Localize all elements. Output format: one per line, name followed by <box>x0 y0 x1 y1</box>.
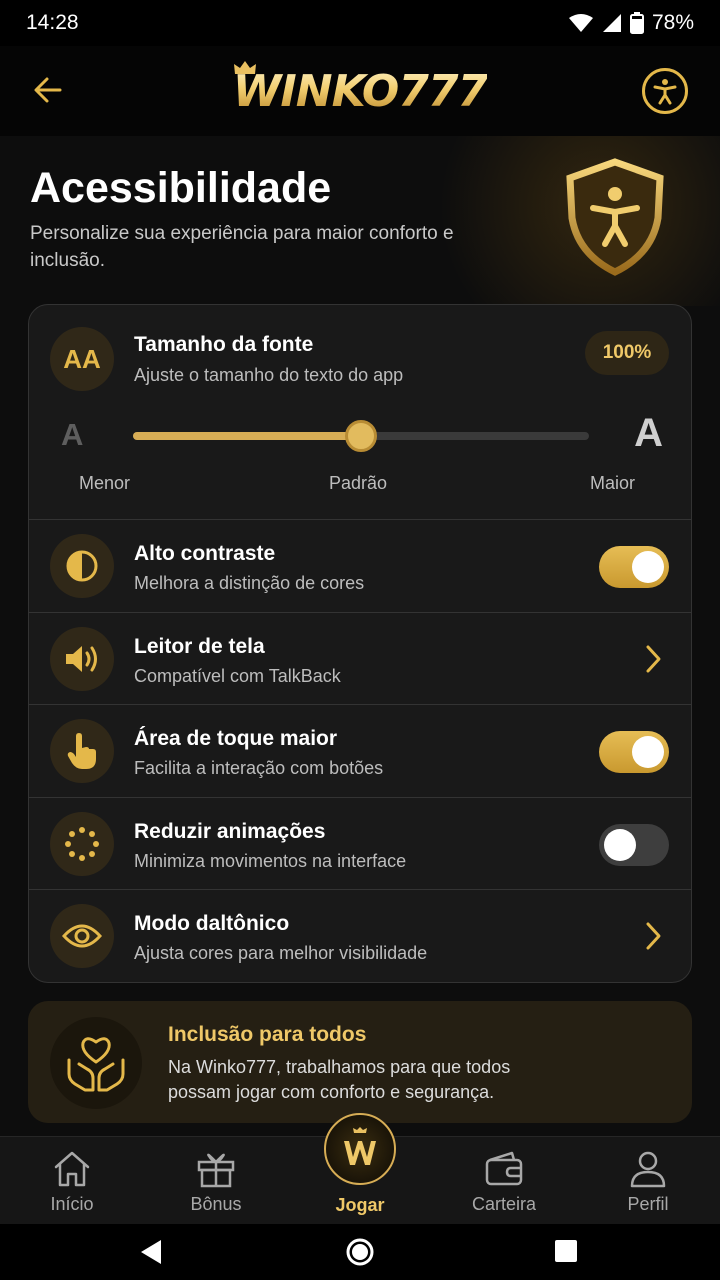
gift-icon <box>197 1153 235 1188</box>
reduce-animations-toggle[interactable] <box>599 823 669 866</box>
nav-item-wallet[interactable]: Carteira <box>444 1137 564 1225</box>
nav-item-profile[interactable]: Perfil <box>588 1137 708 1225</box>
slider-fill <box>133 432 361 440</box>
font-size-description: Ajuste o tamanho do texto do app <box>134 365 404 385</box>
nav-label-bonus: Bônus <box>190 1194 242 1214</box>
touch-hand-icon <box>50 719 114 783</box>
shield-accessibility-icon <box>566 158 664 276</box>
setting-title: Alto contraste <box>134 542 276 565</box>
dotted-circle-icon <box>50 811 114 876</box>
hero-section: Acessibilidade Personalize sua experiênc… <box>0 136 720 306</box>
setting-title: Modo daltônico <box>134 912 290 935</box>
nav-item-home[interactable]: Início <box>12 1137 132 1225</box>
nav-label-play: Jogar <box>335 1195 385 1215</box>
inclusion-title: Inclusão para todos <box>168 1023 367 1046</box>
wallet-icon <box>485 1151 523 1186</box>
font-size-slider[interactable] <box>133 420 589 452</box>
chevron-right-icon <box>646 922 661 950</box>
setting-row-reduce-animations[interactable]: Reduzir animações Minimiza movimentos na… <box>29 798 691 890</box>
cellular-signal-icon <box>602 14 621 32</box>
accessibility-button[interactable] <box>642 68 688 114</box>
system-navigation-bar <box>0 1224 720 1280</box>
nav-item-bonus[interactable]: Bônus <box>156 1137 276 1225</box>
font-size-icon: AA <box>50 327 114 391</box>
battery-percentage: 78% <box>651 11 694 34</box>
nav-label-home: Início <box>50 1194 94 1214</box>
contrast-icon <box>50 534 114 598</box>
setting-row-larger-touch[interactable]: Área de toque maior Facilita a interação… <box>29 705 691 798</box>
arrow-left-icon <box>34 77 62 103</box>
nav-label-profile: Perfil <box>627 1194 669 1214</box>
play-coin-icon <box>344 1127 376 1165</box>
setting-description: Compatível com TalkBack <box>134 665 341 686</box>
larger-touch-toggle[interactable] <box>599 731 669 773</box>
setting-title: Área de toque maior <box>134 727 338 750</box>
bottom-navigation: Início Bônus Jogar Carteira Perfil <box>0 1113 720 1225</box>
setting-row-screen-reader[interactable]: Leitor de tela Compatível com TalkBack <box>29 613 691 705</box>
system-home-icon[interactable] <box>345 1237 375 1267</box>
brand-logo: WINKO777 <box>232 65 488 117</box>
toggle-knob <box>632 551 664 583</box>
setting-description: Facilita a interação com botões <box>134 758 384 778</box>
system-recents-icon[interactable] <box>554 1239 578 1263</box>
status-time: 14:28 <box>26 11 79 34</box>
font-size-percentage-badge: 100% <box>585 331 669 375</box>
status-bar: 14:28 78% <box>0 0 720 46</box>
toggle-knob <box>632 736 664 768</box>
high-contrast-toggle[interactable] <box>599 546 669 588</box>
slider-label-mid: Padrão <box>329 473 388 493</box>
setting-title: Leitor de tela <box>134 634 265 658</box>
back-button[interactable] <box>28 70 68 110</box>
wifi-icon <box>568 14 593 32</box>
inclusion-card: Inclusão para todos Na Winko777, trabalh… <box>28 1001 692 1123</box>
setting-description: Minimiza movimentos na interface <box>134 850 407 871</box>
font-smaller-glyph: A <box>61 417 84 452</box>
system-back-icon[interactable] <box>138 1238 164 1266</box>
accessibility-icon <box>653 79 677 105</box>
setting-description: Ajusta cores para melhor visibilidade <box>134 943 428 963</box>
profile-icon <box>630 1151 666 1188</box>
font-larger-glyph: A <box>634 411 663 455</box>
setting-row-high-contrast[interactable]: Alto contraste Melhora a distinção de co… <box>29 520 691 613</box>
nav-item-play[interactable] <box>324 1113 396 1185</box>
chevron-right-icon <box>646 645 661 672</box>
toggle-knob <box>604 828 636 861</box>
slider-thumb[interactable] <box>345 420 377 452</box>
heart-hands-icon <box>50 1017 142 1109</box>
page-title: Acessibilidade <box>30 164 332 212</box>
setting-description: Melhora a distinção de cores <box>134 573 365 593</box>
eye-icon <box>50 904 114 968</box>
app-header: WINKO777 <box>0 46 720 136</box>
setting-row-colorblind-mode[interactable]: Modo daltônico Ajusta cores para melhor … <box>29 890 691 982</box>
crown-icon <box>234 61 256 74</box>
nav-label-wallet: Carteira <box>471 1194 537 1214</box>
speaker-icon <box>50 626 114 691</box>
page-subtitle: Personalize sua experiência para maior c… <box>30 223 454 271</box>
home-icon <box>54 1151 90 1187</box>
status-icons: 78% <box>568 11 694 35</box>
font-size-title: Tamanho da fonte <box>134 333 314 356</box>
slider-label-min: Menor <box>79 473 131 493</box>
settings-card: AA Tamanho da fonte Ajuste o tamanho do … <box>28 304 692 983</box>
inclusion-text: Na Winko777, trabalhamos para que todos … <box>168 1057 511 1102</box>
slider-label-max: Maior <box>590 473 636 493</box>
setting-title: Reduzir animações <box>134 819 326 843</box>
font-size-setting: AA Tamanho da fonte Ajuste o tamanho do … <box>29 305 691 520</box>
battery-icon <box>629 12 644 34</box>
